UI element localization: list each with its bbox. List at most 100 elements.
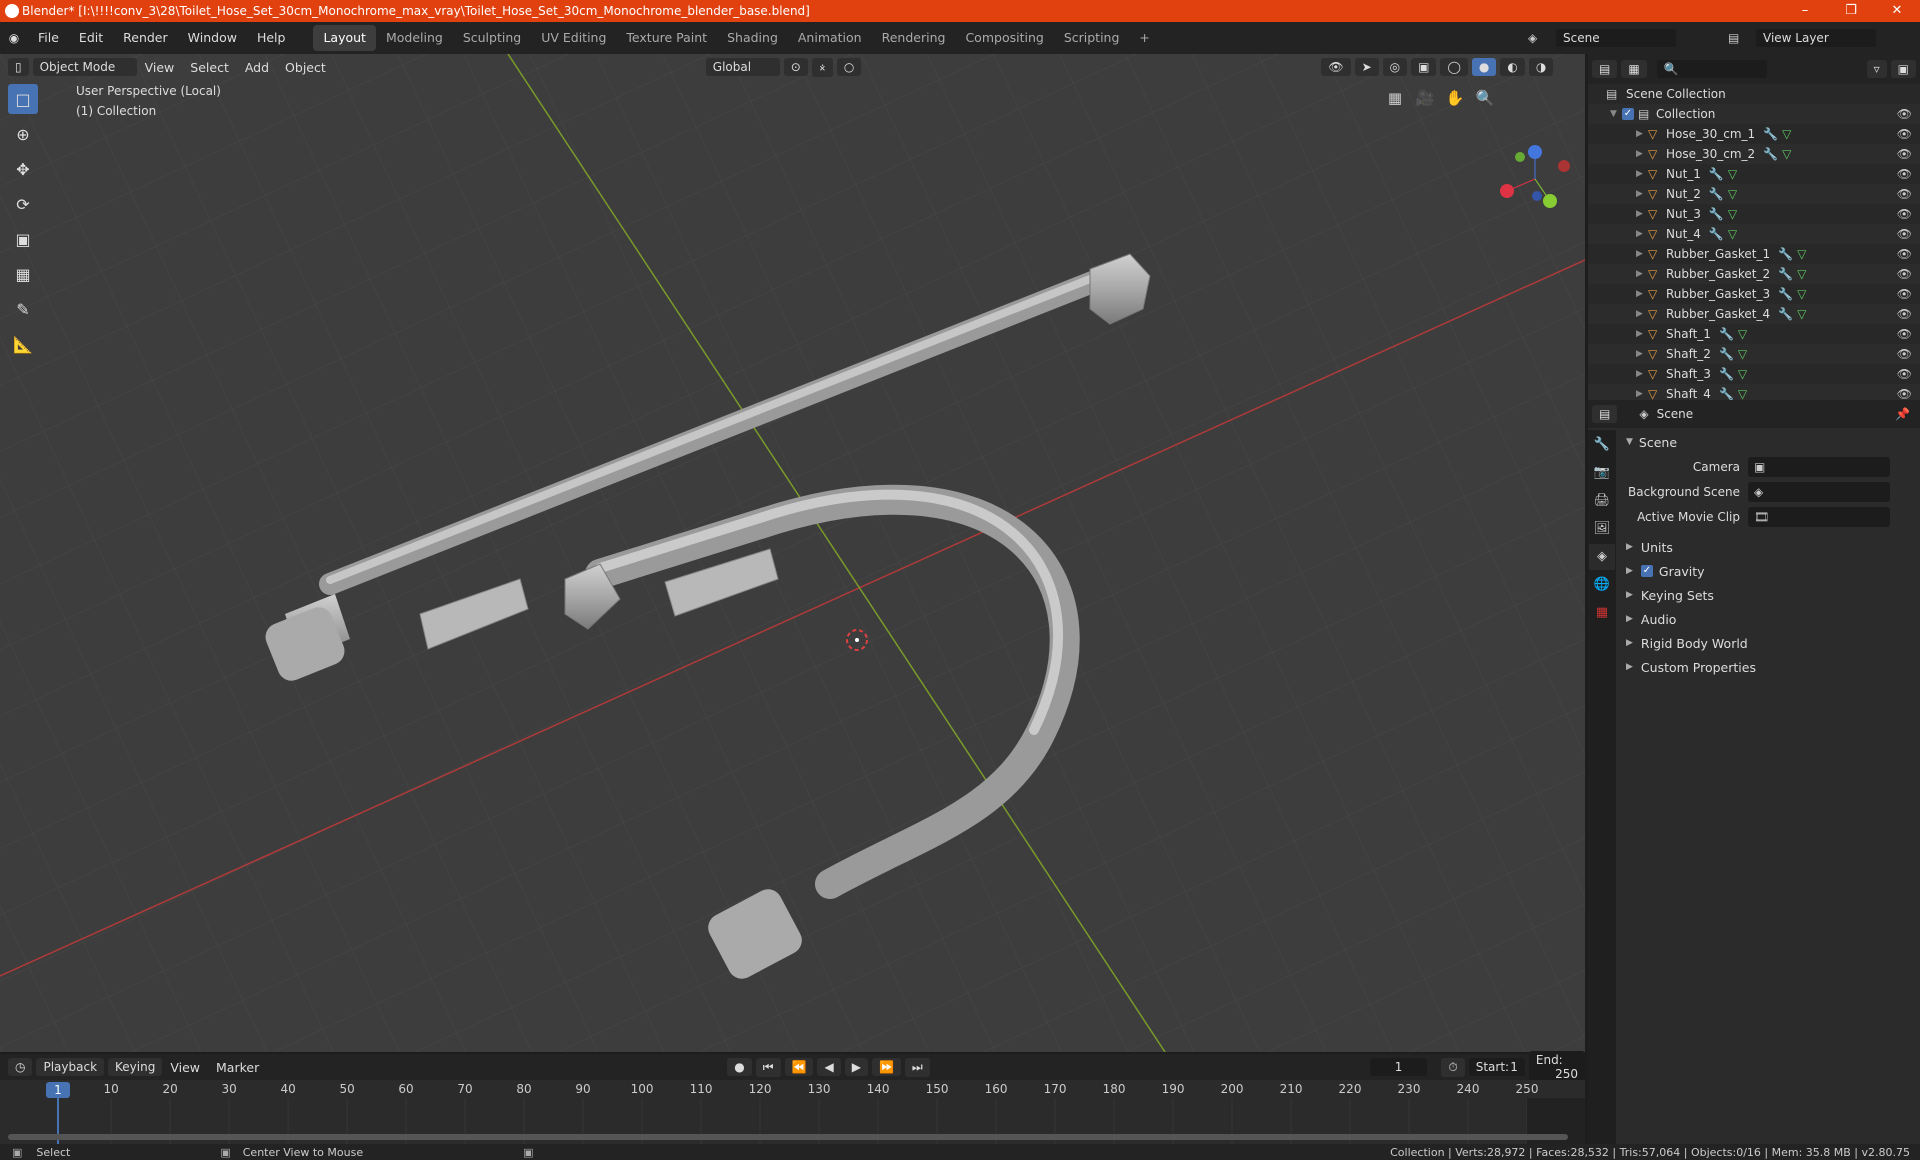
tab-animation[interactable]: Animation (788, 25, 872, 51)
eye-icon[interactable]: 👁 (1897, 387, 1912, 401)
expand-icon[interactable]: ▶ (1636, 189, 1648, 199)
tab-texture-paint[interactable]: Texture Paint (616, 25, 717, 51)
tool-props-tab-icon[interactable]: 🔧 (1589, 432, 1615, 458)
menu-edit[interactable]: Edit (69, 22, 113, 54)
outliner-object-row[interactable]: ▶ ▽ Shaft_1 🔧 ▽ 👁 (1588, 324, 1920, 344)
tab-sculpting[interactable]: Sculpting (453, 25, 531, 51)
restore-icon[interactable]: ❐ (1828, 0, 1874, 22)
eye-icon[interactable]: 👁 (1897, 327, 1912, 341)
modifier-wrench-icon[interactable]: 🔧 (1709, 207, 1724, 221)
viewport-menu-view[interactable]: View (137, 60, 183, 75)
proportional-edit-icon[interactable]: ○ (836, 58, 862, 76)
move-tool-icon[interactable]: ✥ (8, 154, 38, 184)
panel-header[interactable]: ▶ ✓ Gravity (1618, 559, 1920, 583)
eye-icon[interactable]: 👁 (1897, 207, 1912, 221)
menu-window[interactable]: Window (178, 22, 247, 54)
modifier-wrench-icon[interactable]: 🔧 (1709, 187, 1724, 201)
modifier-wrench-icon[interactable]: 🔧 (1719, 327, 1734, 341)
expand-icon[interactable]: ▶ (1636, 129, 1648, 139)
measure-tool-icon[interactable]: 📐 (8, 329, 38, 359)
mesh-data-icon[interactable]: ▽ (1728, 187, 1737, 201)
tab-compositing[interactable]: Compositing (955, 25, 1053, 51)
outliner-editor-type-icon[interactable]: ▤ (1592, 60, 1618, 78)
tab-modeling[interactable]: Modeling (376, 25, 453, 51)
eye-icon[interactable]: 👁 (1897, 167, 1912, 181)
menu-help[interactable]: Help (247, 22, 296, 54)
eye-icon[interactable]: 👁 (1897, 227, 1912, 241)
gravity-checkbox[interactable]: ✓ (1640, 565, 1653, 577)
scene-selector[interactable]: Scene (1556, 29, 1676, 47)
panel-collapse-icon[interactable]: ▶ (1626, 638, 1633, 648)
solid-shading-icon[interactable]: ● (1471, 58, 1497, 76)
marker-menu[interactable]: Marker (208, 1060, 267, 1075)
expand-icon[interactable]: ▶ (1636, 229, 1648, 239)
viewport-menu-add[interactable]: Add (237, 60, 277, 75)
outliner-object-row[interactable]: ▶ ▽ Nut_1 🔧 ▽ 👁 (1588, 164, 1920, 184)
scale-tool-icon[interactable]: ▣ (8, 224, 38, 254)
properties-editor-type-icon[interactable]: ▤ (1592, 405, 1618, 423)
panel-collapse-icon[interactable]: ▶ (1626, 662, 1633, 672)
start-frame-field[interactable]: Start: 1 (1468, 1058, 1525, 1076)
expand-icon[interactable]: ▶ (1636, 329, 1648, 339)
end-frame-field[interactable]: End: 250 (1528, 1051, 1586, 1083)
outliner-object-row[interactable]: ▶ ▽ Rubber_Gasket_2 🔧 ▽ 👁 (1588, 264, 1920, 284)
outliner-object-row[interactable]: ▶ ▽ Rubber_Gasket_3 🔧 ▽ 👁 (1588, 284, 1920, 304)
gizmo-toggle-icon[interactable]: ➤ (1354, 58, 1379, 76)
modifier-wrench-icon[interactable]: 🔧 (1719, 367, 1734, 381)
outliner-object-row[interactable]: ▶ ▽ Rubber_Gasket_4 🔧 ▽ 👁 (1588, 304, 1920, 324)
scene-props-tab-icon[interactable]: ◈ (1589, 544, 1615, 570)
current-frame-input[interactable]: 1 (1369, 1058, 1428, 1076)
eye-icon[interactable]: 👁 (1897, 127, 1912, 141)
collection-checkbox[interactable]: ✓ (1622, 108, 1634, 120)
wireframe-shading-icon[interactable]: ◯ (1440, 58, 1468, 76)
timeline-editor-type-icon[interactable]: ◷ (8, 1058, 33, 1076)
texture-props-tab-icon[interactable]: ▦ (1589, 600, 1615, 626)
rendered-shading-icon[interactable]: ◑ (1528, 58, 1554, 76)
outliner-object-row[interactable]: ▶ ▽ Rubber_Gasket_1 🔧 ▽ 👁 (1588, 244, 1920, 264)
display-mode-icon[interactable]: ▦ (1621, 60, 1647, 78)
jump-start-icon[interactable]: ⏮ (755, 1057, 781, 1077)
eye-icon[interactable]: 👁 (1897, 107, 1912, 121)
material-shading-icon[interactable]: ◐ (1500, 58, 1525, 76)
jump-end-icon[interactable]: ⏭ (904, 1057, 930, 1077)
eye-icon[interactable]: 👁 (1897, 147, 1912, 161)
eye-icon[interactable]: 👁 (1897, 347, 1912, 361)
modifier-wrench-icon[interactable]: 🔧 (1778, 247, 1793, 261)
panel-collapse-icon[interactable]: ▶ (1626, 614, 1633, 624)
view-layer-icon[interactable]: ▤ (1728, 31, 1739, 45)
overlay-toggle-icon[interactable]: ◎ (1382, 58, 1408, 76)
view-layer-props-tab-icon[interactable]: 🖼 (1589, 516, 1615, 542)
scene-section-header[interactable]: ▼ Scene (1618, 430, 1920, 454)
viewport-menu-object[interactable]: Object (277, 60, 334, 75)
expand-icon[interactable]: ▶ (1636, 269, 1648, 279)
mesh-data-icon[interactable]: ▽ (1738, 387, 1747, 401)
expand-icon[interactable]: ▶ (1636, 289, 1648, 299)
playback-menu[interactable]: Playback (36, 1058, 105, 1076)
zoom-view-icon[interactable]: 🔍 (1470, 84, 1500, 112)
add-workspace-icon[interactable]: + (1129, 25, 1159, 51)
xray-icon[interactable]: ▣ (1411, 58, 1437, 76)
panel-collapse-icon[interactable]: ▶ (1626, 590, 1633, 600)
orientation-selector[interactable]: Global (705, 58, 780, 76)
transform-tool-icon[interactable]: ▦ (8, 259, 38, 289)
cursor-tool-icon[interactable]: ⊕ (8, 119, 38, 149)
visibility-icon[interactable]: 👁 (1321, 58, 1351, 76)
output-props-tab-icon[interactable]: 🖨 (1589, 488, 1615, 514)
viewport-canvas[interactable] (0, 54, 1585, 1052)
mesh-data-icon[interactable]: ▽ (1738, 347, 1747, 361)
tab-rendering[interactable]: Rendering (872, 25, 956, 51)
tab-shading[interactable]: Shading (717, 25, 788, 51)
next-keyframe-icon[interactable]: ⏩ (871, 1058, 901, 1076)
eye-icon[interactable]: 👁 (1897, 307, 1912, 321)
pivot-icon[interactable]: ⊙ (783, 58, 808, 76)
outliner-object-row[interactable]: ▶ ▽ Nut_3 🔧 ▽ 👁 (1588, 204, 1920, 224)
new-collection-icon[interactable]: ▣ (1890, 60, 1916, 78)
keying-menu[interactable]: Keying (108, 1058, 163, 1076)
mesh-data-icon[interactable]: ▽ (1728, 227, 1737, 241)
panel-collapse-icon[interactable]: ▶ (1626, 542, 1633, 552)
modifier-wrench-icon[interactable]: 🔧 (1719, 347, 1734, 361)
rotate-tool-icon[interactable]: ⟳ (8, 189, 38, 219)
panel-header[interactable]: ▶ Audio (1618, 607, 1920, 631)
prev-keyframe-icon[interactable]: ⏪ (784, 1058, 814, 1076)
collection-row[interactable]: ▼ ✓ ▤ Collection 👁 (1588, 104, 1920, 124)
